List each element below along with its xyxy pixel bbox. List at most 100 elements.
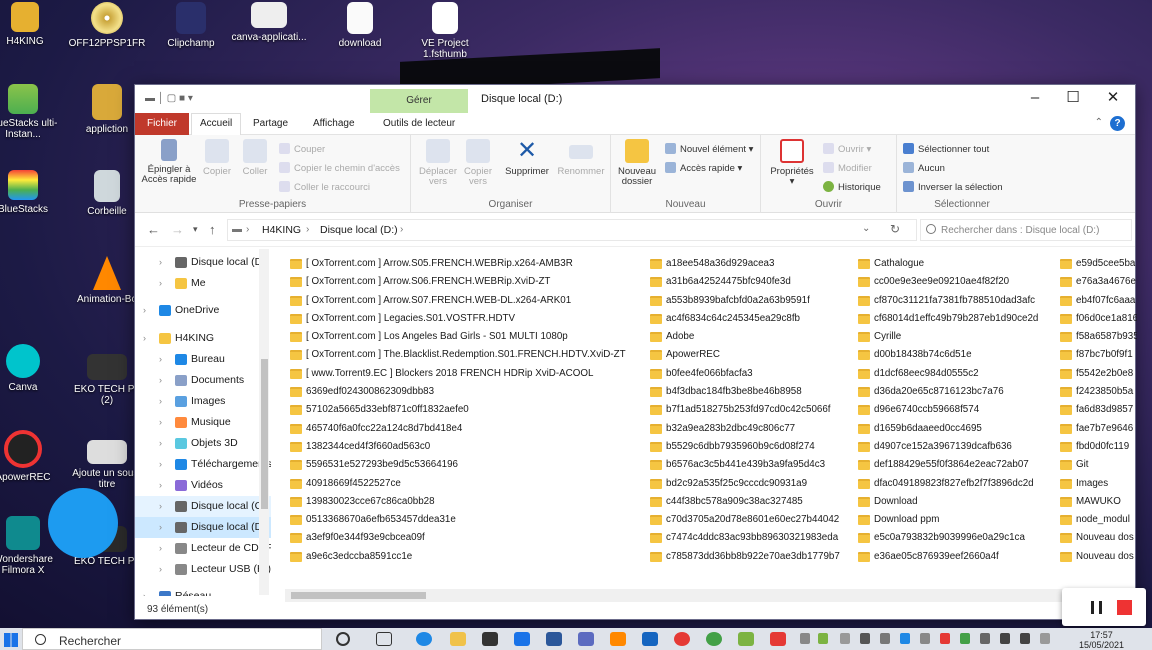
expand-arrow-icon[interactable]: › (159, 496, 162, 517)
folder-item[interactable]: fbd0d0fc119 (1058, 438, 1137, 456)
folder-item[interactable]: c785873dd36bb8b922e70ae3db1779b7 (648, 548, 850, 566)
tab-file[interactable]: Fichier (135, 113, 190, 135)
nav-item[interactable]: › Disque local (C:) (135, 496, 271, 517)
folder-item[interactable]: fa6d83d9857 (1058, 401, 1137, 419)
forward-button[interactable]: → (171, 222, 184, 237)
rename-button[interactable]: Renommer (555, 139, 607, 177)
taskbar-search-input[interactable]: Rechercher (22, 628, 322, 650)
search-input[interactable]: Rechercher dans : Disque local (D:) (920, 219, 1132, 241)
chevron-down-icon[interactable]: ⌄ (862, 223, 870, 234)
folder-item[interactable]: a553b8939bafcbfd0a2a63b9591f (648, 292, 850, 310)
tab-share[interactable]: Partage (245, 117, 296, 131)
up-button[interactable]: ↑ (209, 222, 216, 237)
help-icon[interactable]: ? (1110, 116, 1125, 131)
folder-item[interactable]: MAWUKO (1058, 493, 1137, 511)
tab-manage[interactable]: Gérer (370, 89, 468, 113)
folder-item[interactable]: b5529c6dbb7935960b9c6d08f274 (648, 438, 850, 456)
folder-item[interactable]: Nouveau dos (1058, 529, 1137, 547)
folder-item[interactable]: e59d5cee5ba (1058, 255, 1137, 273)
tray-app-icon[interactable] (818, 633, 828, 644)
folder-item[interactable]: cf870c31121fa7381fb788510dad3afc (856, 292, 1052, 310)
folder-item[interactable]: f2423850b5a (1058, 383, 1137, 401)
paste-shortcut-button[interactable]: Coller le raccourci (279, 181, 370, 193)
copy-to-button[interactable]: Copier vers (459, 139, 497, 187)
expand-arrow-icon[interactable]: › (159, 475, 162, 496)
nav-item[interactable]: › Lecteur USB (H:) (135, 559, 271, 580)
folder-item[interactable]: f5542e2b0e8 (1058, 365, 1137, 383)
windows-start-icon[interactable] (4, 633, 18, 647)
folder-item[interactable]: [ OxTorrent.com ] The.Blacklist.Redempti… (288, 346, 638, 364)
expand-arrow-icon[interactable]: › (159, 370, 162, 391)
folder-item[interactable]: 139830023cce67c86ca0bb28 (288, 493, 638, 511)
folder-item[interactable]: b6576ac3c5b441e439b3a9fa95d4c3 (648, 456, 850, 474)
folder-item[interactable]: f87bc7b0f9f1 (1058, 346, 1137, 364)
folder-item[interactable]: b7f1ad518275b253fd97cd0c42c5066f (648, 401, 850, 419)
folder-item[interactable]: [ OxTorrent.com ] Los Angeles Bad Girls … (288, 328, 638, 346)
pin-button[interactable]: Épingler à Accès rapide (141, 139, 197, 185)
nav-item[interactable]: › Vidéos (135, 475, 271, 496)
folder-item[interactable]: cc00e9e3ee9e09210ae4f82f20 (856, 273, 1052, 291)
desktop-icon-bluestacks[interactable]: BlueStacks (0, 170, 62, 215)
recent-dropdown[interactable]: ▾ (193, 224, 198, 235)
folder-item[interactable]: d96e6740ccb59668f574 (856, 401, 1052, 419)
file-explorer-icon[interactable] (450, 632, 466, 646)
expand-arrow-icon[interactable]: › (159, 252, 162, 273)
chevron-up-icon[interactable]: ⌃ (1095, 117, 1103, 128)
folder-item[interactable]: Download (856, 493, 1052, 511)
folder-item[interactable]: b32a9ea283b2dbc49c806c77 (648, 420, 850, 438)
folder-item[interactable]: f58a6587b935 (1058, 328, 1137, 346)
expand-arrow-icon[interactable]: › (159, 517, 162, 538)
cortana-icon[interactable] (336, 632, 350, 646)
tray-app-icon[interactable] (860, 633, 870, 644)
nav-item[interactable]: › Réseau (135, 586, 271, 596)
folder-item[interactable]: [ OxTorrent.com ] Legacies.S01.VOSTFR.HD… (288, 310, 638, 328)
folder-item[interactable]: a31b6a42524475bfc940fe3d (648, 273, 850, 291)
desktop-icon-apowerrec[interactable]: ApowerREC (0, 430, 62, 483)
folder-item[interactable]: b4f3dbac184fb3be8be46b8958 (648, 383, 850, 401)
folder-item[interactable]: 6369edf024300862309dbb83 (288, 383, 638, 401)
task-view-icon[interactable] (376, 632, 392, 646)
folder-item[interactable]: def188429e55f0f3864e2eac72ab07 (856, 456, 1052, 474)
new-folder-button[interactable]: Nouveau dossier (615, 139, 659, 187)
app-icon[interactable] (578, 632, 594, 646)
folder-item[interactable]: e36ae05c876939eef2660a4f (856, 548, 1052, 566)
desktop-icon-ve-project[interactable]: VE Project 1.fsthumb (406, 2, 484, 60)
expand-arrow-icon[interactable]: › (159, 538, 162, 559)
folder-item[interactable]: Images (1058, 475, 1137, 493)
tab-drive-tools[interactable]: Outils de lecteur (375, 117, 463, 131)
nav-item[interactable]: › Documents (135, 370, 271, 391)
folder-item[interactable]: 0513368670a6efb653457ddea31e (288, 511, 638, 529)
nav-item[interactable]: › Images (135, 391, 271, 412)
folder-item[interactable]: f06d0ce1a816 (1058, 310, 1137, 328)
folder-item[interactable]: Cathalogue (856, 255, 1052, 273)
nav-item[interactable]: › Musique (135, 412, 271, 433)
h-scroll-thumb[interactable] (291, 592, 426, 599)
expand-arrow-icon[interactable]: › (159, 454, 162, 475)
nav-item[interactable]: › Objets 3D (135, 433, 271, 454)
volume-icon[interactable] (1020, 633, 1030, 644)
desktop-icon-h4king[interactable]: H4KING (0, 2, 64, 47)
desktop-icon-canva[interactable]: Canva (0, 344, 62, 393)
folder-item[interactable]: [ OxTorrent.com ] Arrow.S06.FRENCH.WEBRi… (288, 273, 638, 291)
select-none-button[interactable]: Aucun (903, 162, 945, 174)
nav-item[interactable]: › Disque local (D:) (135, 517, 271, 538)
expand-arrow-icon[interactable]: › (143, 586, 146, 596)
pause-icon[interactable] (1091, 601, 1102, 614)
folder-item[interactable]: eb4f07fc6aaa (1058, 292, 1137, 310)
expand-arrow-icon[interactable]: › (159, 391, 162, 412)
nav-item[interactable]: › Téléchargements (135, 454, 271, 475)
move-to-button[interactable]: Déplacer vers (415, 139, 461, 187)
folder-item[interactable]: c44f38bc578a909c38ac327485 (648, 493, 850, 511)
desktop-icon-clipchamp[interactable]: Clipchamp (152, 2, 230, 49)
folder-item[interactable]: e76a3a4676e (1058, 273, 1137, 291)
folder-item[interactable]: Cyrille (856, 328, 1052, 346)
folder-item[interactable]: bd2c92a535f25c9cccdc90931a9 (648, 475, 850, 493)
record-icon[interactable] (770, 632, 786, 646)
properties-button[interactable]: Propriétés ▾ (767, 139, 817, 187)
desktop-icon-off12[interactable]: OFF12PPSP1FR (68, 2, 146, 49)
folder-item[interactable]: [ www.Torrent9.EC ] Blockers 2018 FRENCH… (288, 365, 638, 383)
folder-item[interactable]: 465740f6a0fcc22a124c8d7bd418e4 (288, 420, 638, 438)
clock[interactable]: 17:57 15/05/2021 (1079, 630, 1124, 650)
folder-item[interactable]: Nouveau dos (1058, 548, 1137, 566)
easy-access-button[interactable]: Accès rapide ▾ (665, 162, 742, 174)
